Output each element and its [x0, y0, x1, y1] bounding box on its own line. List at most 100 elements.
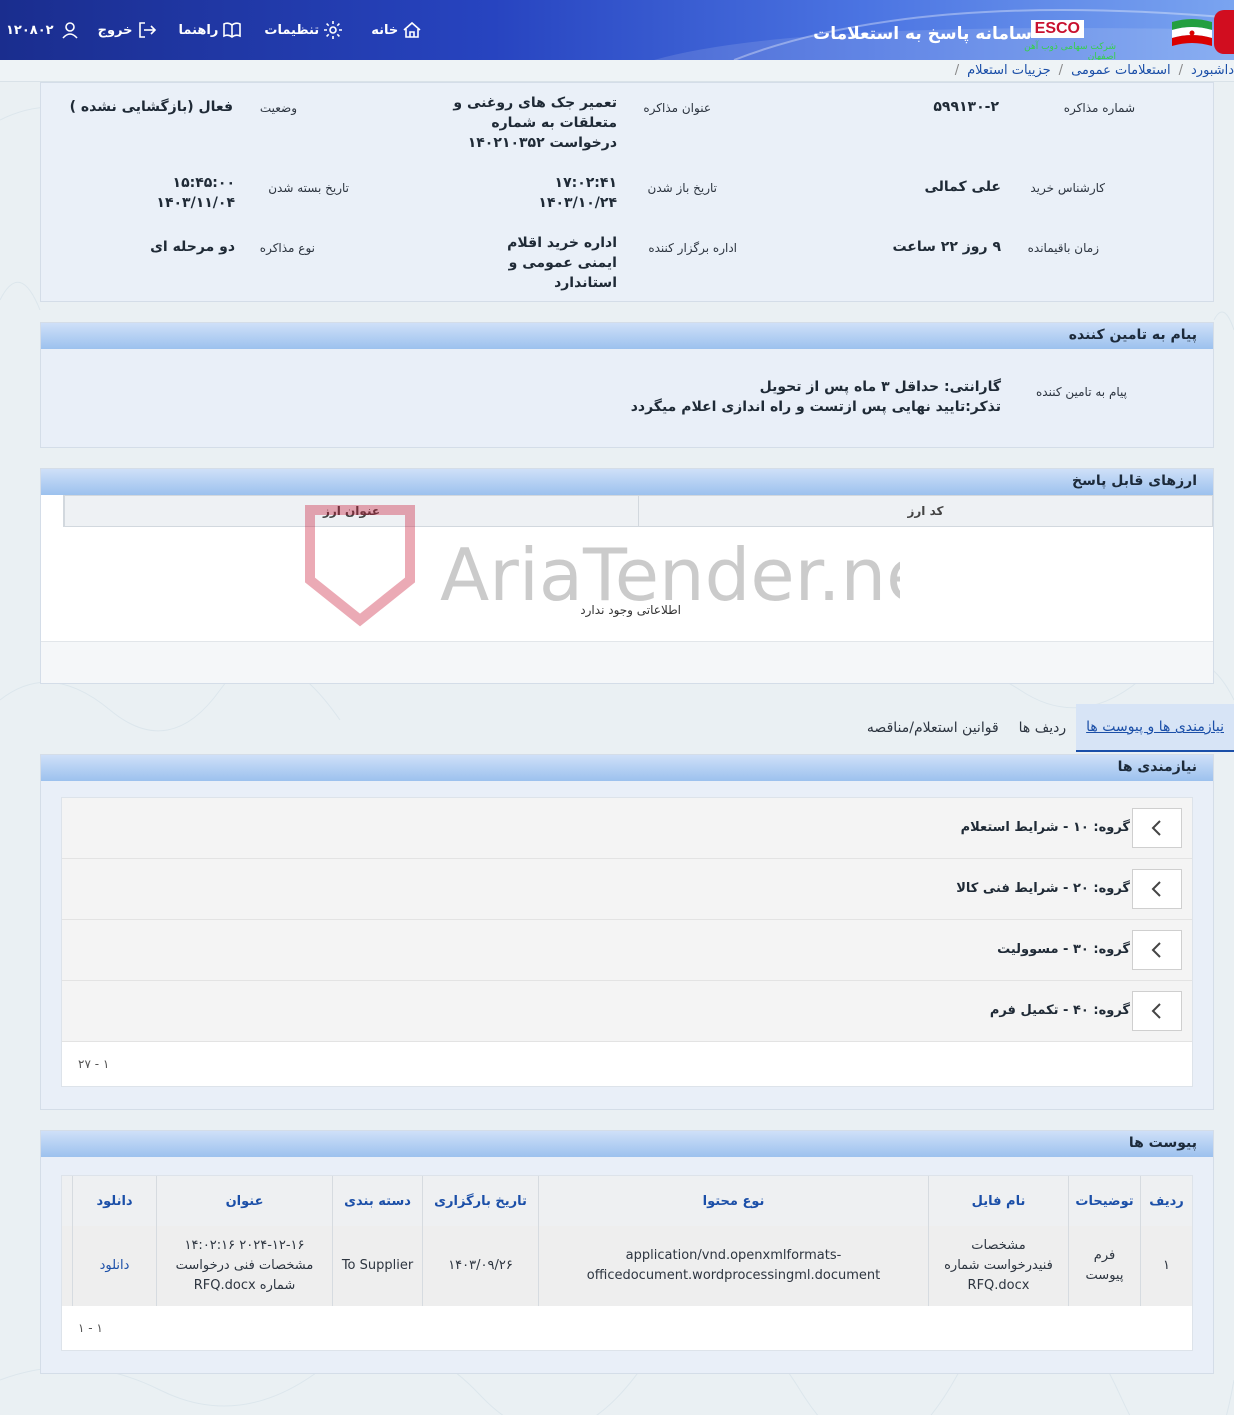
expand-group-button[interactable] [1132, 869, 1182, 909]
expand-group-button[interactable] [1132, 808, 1182, 848]
attachments-title: پیوست ها [41, 1131, 1213, 1157]
breadcrumb-public-inquiries[interactable]: استعلامات عمومی [1071, 63, 1171, 78]
supplier-message-title: پیام به تامین کننده [41, 323, 1213, 349]
brand-subtitle: شرکت سهامی ذوب آهن اصفهان [1024, 42, 1116, 60]
row-upload-date: ۱۴۰۳/۰۹/۲۶ [422, 1226, 538, 1306]
open-time: ۱۷:۰۲:۴۱ [554, 175, 617, 191]
buyer-label: کارشناس خرید [1030, 181, 1105, 195]
status-label: وضعیت [259, 101, 297, 115]
book-icon [223, 22, 242, 38]
col-content-type[interactable]: نوع محتوا [538, 1176, 928, 1226]
tabs-bar: نیازمندی ها و پیوست ها ردیف ها قوانین اس… [857, 704, 1234, 752]
row-category: To Supplier [332, 1226, 422, 1306]
col-category[interactable]: دسته بندی [332, 1176, 422, 1226]
attachments-panel: پیوست ها ردیف توضیحات نام فایل نوع محتوا… [40, 1130, 1214, 1374]
col-index[interactable]: ردیف [1140, 1176, 1192, 1226]
breadcrumb: داشبورد / استعلامات عمومی / جزییات استعل… [955, 60, 1234, 80]
close-date: ۱۴۰۳/۱۱/۰۴ [156, 195, 235, 211]
row-description: فرم پیوست [1068, 1226, 1140, 1306]
requirement-group-title: گروه: ۲۰ - شرایط فنی کالا [956, 881, 1130, 896]
open-date-label: تاریخ باز شدن [647, 181, 717, 195]
guide-label: راهنما [178, 22, 219, 38]
chevron-left-icon [1151, 942, 1161, 958]
supplier-message-line2: تذکر:تایید نهایی پس ازتست و راه اندازی ا… [630, 399, 1001, 415]
breadcrumb-separator: / [1178, 62, 1183, 78]
remaining-value: ۹ روز ۲۲ ساعت [892, 239, 1001, 255]
col-description[interactable]: توضیحات [1068, 1176, 1140, 1226]
requirement-group-row[interactable]: گروه: ۱۰ - شرایط استعلام [62, 798, 1192, 859]
currencies-title: ارزهای قابل پاسخ [41, 469, 1213, 495]
currency-code-header[interactable]: کد ارز [638, 496, 1212, 526]
requirements-panel: نیازمندی ها گروه: ۱۰ - شرایط استعلام گرو… [40, 754, 1214, 1110]
logout-icon [138, 22, 156, 38]
chevron-left-icon [1151, 1003, 1161, 1019]
logout-button[interactable]: خروج [98, 20, 157, 40]
requirement-group-row[interactable]: گروه: ۲۰ - شرایط فنی کالا [62, 859, 1192, 920]
requirement-group-title: گروه: ۱۰ - شرایط استعلام [960, 820, 1130, 835]
iran-flag-icon [1172, 19, 1212, 46]
user-menu[interactable]: ۱۲۰۸۰۲ [6, 20, 80, 40]
breadcrumb-inquiry-details[interactable]: جزییات استعلام [967, 63, 1051, 78]
top-bar: ESCO شرکت سهامی ذوب آهن اصفهان سامانه پا… [0, 0, 1234, 60]
expand-group-button[interactable] [1132, 991, 1182, 1031]
breadcrumb-separator: / [954, 62, 960, 78]
row-content-type: application/vnd.openxmlformats-officedoc… [538, 1226, 928, 1306]
attachments-table-header: ردیف توضیحات نام فایل نوع محتوا تاریخ با… [62, 1176, 1192, 1226]
col-file-name[interactable]: نام فایل [928, 1176, 1068, 1226]
expand-group-button[interactable] [1132, 930, 1182, 970]
home-button[interactable]: خانه [371, 20, 422, 40]
organizer-value: اداره خرید اقلام ایمنی عمومی و استاندارد [507, 235, 617, 291]
requirement-group-title: گروه: ۳۰ - مسوولیت [997, 942, 1130, 957]
system-title: سامانه پاسخ به استعلامات [813, 24, 1032, 44]
col-upload-date[interactable]: تاریخ بارگزاری [422, 1176, 538, 1226]
requirements-pager: ۱ - ۲۷ [62, 1042, 1192, 1086]
currency-title-header[interactable]: عنوان ارز [64, 496, 638, 526]
attachments-pager: ۱ - ۱ [62, 1306, 1192, 1350]
tab-rows[interactable]: ردیف ها [1009, 720, 1076, 736]
open-date: ۱۴۰۳/۱۰/۲۴ [538, 195, 617, 211]
type-value: دو مرحله ای [150, 239, 235, 255]
chevron-left-icon [1151, 820, 1161, 836]
supplier-message-line1: گارانتی: حداقل ۳ ماه پس از تحویل [759, 379, 1001, 395]
chevron-left-icon [1151, 881, 1161, 897]
company-emblem-icon [1214, 10, 1234, 54]
negotiation-number-label: شماره مذاکره [1063, 101, 1135, 115]
requirement-group-title: گروه: ۴۰ - تکمیل فرم [989, 1003, 1130, 1018]
logout-label: خروج [97, 22, 133, 38]
requirements-pager-text: ۱ - ۲۷ [78, 1057, 110, 1071]
negotiation-number: ۵۹۹۱۳۰-۲ [933, 99, 999, 115]
supplier-message-label: پیام به تامین کننده [1036, 385, 1127, 399]
breadcrumb-dashboard[interactable]: داشبورد [1191, 63, 1234, 78]
row-index: ۱ [1140, 1226, 1192, 1306]
requirements-title: نیازمندی ها [41, 755, 1213, 781]
guide-button[interactable]: راهنما [179, 20, 243, 40]
close-date-label: تاریخ بسته شدن [268, 181, 349, 195]
currencies-table-header: کد ارز عنوان ارز [63, 495, 1213, 527]
requirement-group-row[interactable]: گروه: ۴۰ - تکمیل فرم [62, 981, 1192, 1042]
organizer-label: اداره برگزار کننده [648, 241, 737, 255]
currencies-footer [41, 641, 1213, 683]
settings-label: تنظیمات [264, 22, 320, 38]
breadcrumb-separator: / [1058, 62, 1064, 78]
requirement-group-row[interactable]: گروه: ۳۰ - مسوولیت [62, 920, 1192, 981]
buyer-value: علی کمالی [924, 179, 1001, 195]
attachments-pager-text: ۱ - ۱ [78, 1321, 103, 1335]
close-time: ۱۵:۴۵:۰۰ [172, 175, 235, 191]
user-icon [62, 22, 78, 39]
table-row: ۱ فرم پیوست مشخصات فنیدرخواست شماره RFQ.… [62, 1226, 1192, 1306]
brand-area: ESCO شرکت سهامی ذوب آهن اصفهان سامانه پا… [813, 0, 1234, 60]
user-id: ۱۲۰۸۰۲ [6, 22, 54, 38]
currencies-empty-message: اطلاعاتی وجود ندارد [580, 603, 681, 617]
col-title[interactable]: عنوان [156, 1176, 332, 1226]
home-icon [403, 21, 421, 38]
download-link[interactable]: دانلود [72, 1226, 156, 1306]
settings-button[interactable]: تنظیمات [264, 20, 343, 40]
currencies-panel: ارزهای قابل پاسخ کد ارز عنوان ارز اطلاعا… [40, 468, 1214, 684]
tab-inquiry-rules[interactable]: قوانین استعلام/مناقصه [857, 720, 1009, 736]
negotiation-title-label: عنوان مذاکره [643, 101, 711, 115]
col-download[interactable]: دانلود [72, 1176, 156, 1226]
row-file-name: مشخصات فنیدرخواست شماره RFQ.docx [928, 1226, 1068, 1306]
details-panel: شماره مذاکره ۵۹۹۱۳۰-۲ عنوان مذاکره تعمیر… [40, 82, 1214, 302]
row-title: ۲۰۲۴-۱۲-۱۶ ۱۴:۰۲:۱۶ مشخصات فنی درخواست ش… [156, 1226, 332, 1306]
tab-requirements-attachments[interactable]: نیازمندی ها و پیوست ها [1076, 704, 1234, 752]
